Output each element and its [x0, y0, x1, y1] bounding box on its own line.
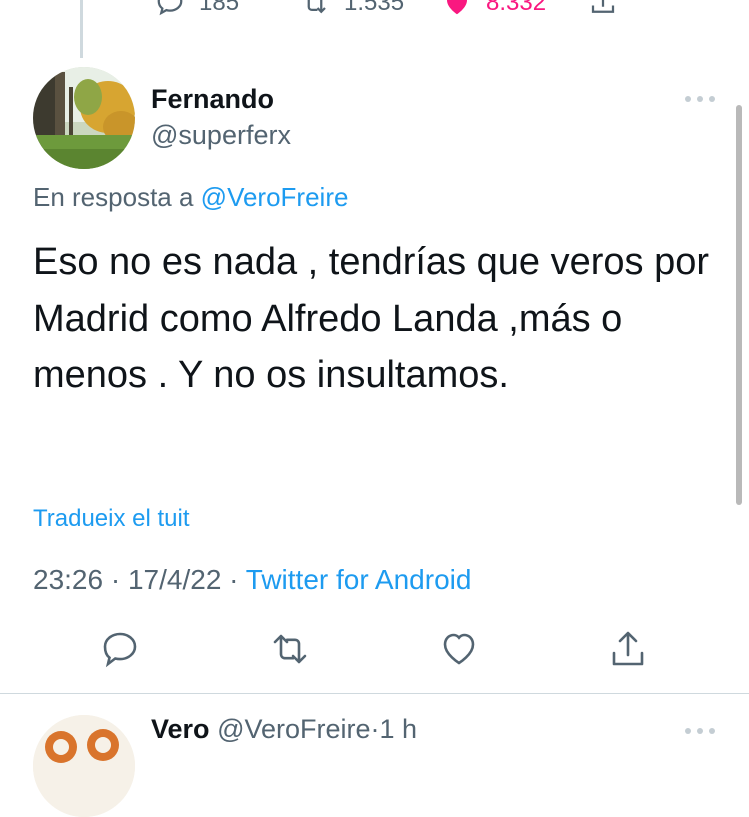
tweet-time: 23:26 — [33, 564, 104, 595]
reply-icon[interactable] — [100, 629, 140, 669]
author-handle[interactable]: @VeroFreire — [217, 714, 370, 744]
share-icon — [591, 0, 615, 13]
meta-separator: · — [229, 564, 239, 595]
tweet-date: 17/4/22 — [127, 564, 222, 595]
translate-link[interactable]: Tradueix el tuit — [33, 505, 190, 533]
meta-separator: · — [110, 564, 121, 595]
avatar[interactable] — [33, 715, 135, 817]
prev-like-count: 8.332 — [486, 0, 547, 16]
prev-share-action[interactable] — [588, 0, 618, 18]
prev-like-action[interactable]: 8.332 — [442, 0, 546, 18]
author-handle[interactable]: @superferx — [151, 120, 291, 151]
tweet-meta: 23:26 · 17/4/22 · Twitter for Android — [33, 564, 471, 596]
reply-icon — [157, 0, 183, 16]
scrollbar[interactable] — [736, 105, 742, 505]
reply-context: En resposta a @VeroFreire — [33, 182, 348, 213]
heart-icon — [447, 0, 467, 15]
avatar[interactable] — [33, 67, 135, 169]
tweet-age: 1 h — [379, 714, 418, 744]
prev-retweet-action[interactable]: 1.535 — [300, 0, 404, 18]
retweet-icon — [307, 0, 326, 14]
prev-reply-count: 185 — [199, 0, 240, 16]
avatar-image — [33, 67, 135, 169]
author-name[interactable]: Vero — [151, 714, 210, 744]
reply-to-prefix: En resposta a — [33, 182, 194, 212]
more-icon[interactable] — [684, 92, 716, 106]
thread-line — [80, 0, 83, 58]
avatar-image — [33, 715, 135, 817]
tweet-text: Eso no es nada , tendrías que veros por … — [33, 241, 709, 396]
author-name[interactable]: Fernando — [151, 84, 274, 115]
tweet-source[interactable]: Twitter for Android — [246, 564, 472, 595]
tweet-divider — [0, 693, 749, 694]
share-icon[interactable] — [608, 629, 648, 669]
prev-retweet-count: 1.535 — [344, 0, 405, 16]
reply-to-mention[interactable]: @VeroFreire — [201, 182, 349, 212]
more-icon[interactable] — [684, 724, 716, 738]
meta-separator: · — [370, 714, 380, 744]
retweet-icon[interactable] — [270, 629, 310, 669]
prev-reply-action[interactable]: 185 — [155, 0, 239, 18]
next-tweet-header: Vero @VeroFreire·1 h — [151, 714, 417, 745]
heart-icon[interactable] — [439, 629, 479, 669]
